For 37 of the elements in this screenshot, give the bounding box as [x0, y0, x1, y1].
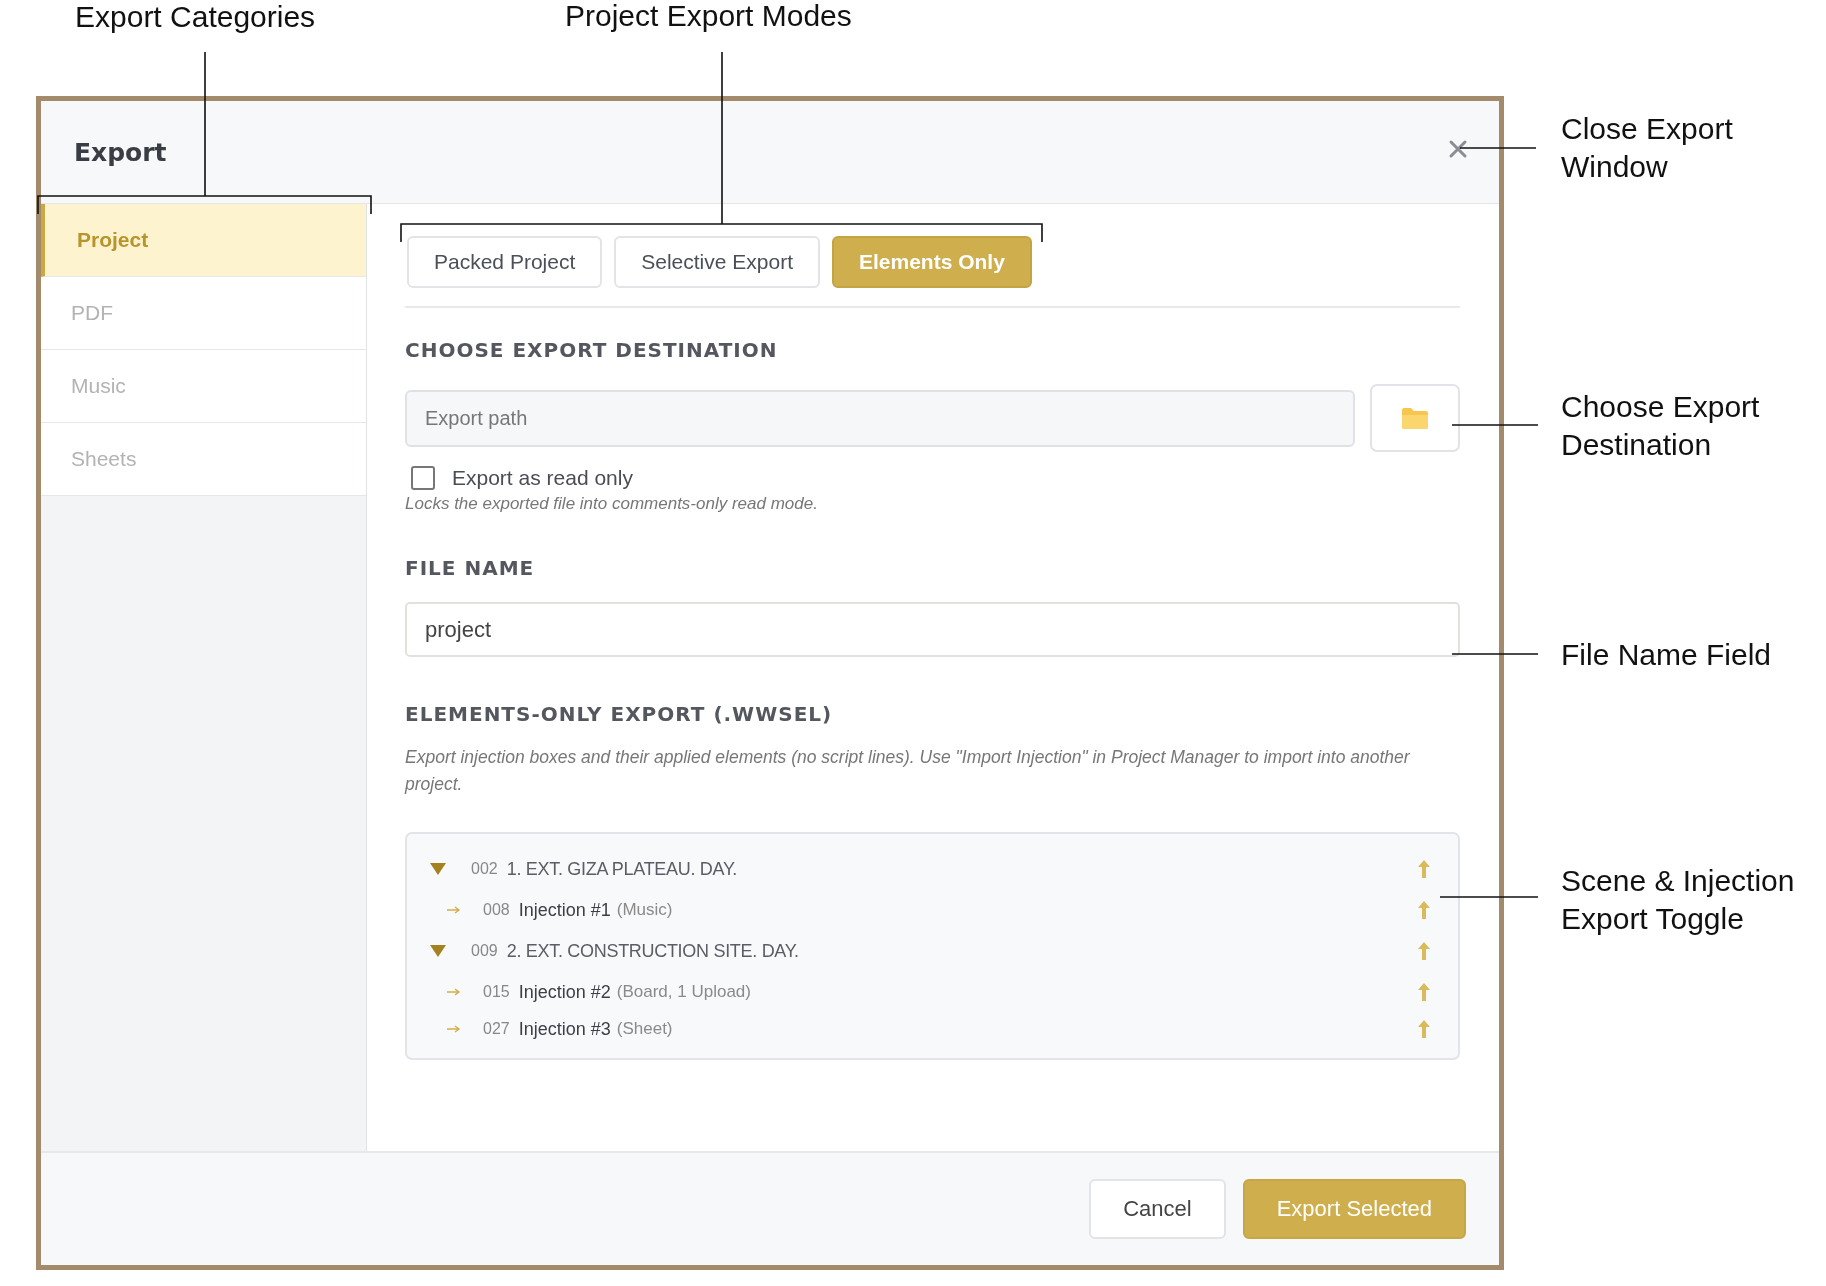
injection-name: Injection #2 [518, 981, 611, 1003]
injection-detail: (Sheet) [616, 1019, 673, 1039]
mode-tab[interactable]: Packed Project [407, 236, 603, 288]
category-item[interactable]: PDF [41, 277, 366, 350]
injection-number: 027 [483, 1020, 510, 1038]
section-heading: CHOOSE EXPORT DESTINATION [405, 338, 779, 362]
description-text: Export injection boxes and their applied elements (no script lines). Use "Import Injection" in Project Manager to import into another project. [405, 746, 1411, 796]
injection-number: 008 [483, 901, 510, 919]
injection-number: 015 [483, 983, 510, 1001]
category-item[interactable]: Sheets [41, 423, 366, 496]
callout-label: Choose Export Destination [1561, 389, 1761, 463]
callout-label: File Name Field [1561, 637, 1772, 673]
scene-number: 002 [471, 860, 498, 878]
callout-label: Project Export Modes [565, 0, 852, 34]
mode-tab[interactable]: Elements Only [832, 236, 1032, 288]
export-path-field[interactable]: Export path [405, 389, 1355, 447]
mode-tab[interactable]: Selective Export [614, 236, 820, 288]
category-item[interactable]: Music [41, 350, 366, 423]
category-item[interactable]: Project [41, 204, 366, 277]
dialog-title: Export [74, 137, 167, 167]
injection-detail: (Board, 1 Upload) [616, 982, 751, 1002]
scene-title: 2. EXT. CONSTRUCTION SITE. DAY. [506, 940, 799, 962]
section-heading: FILE NAME [405, 556, 536, 580]
export-button[interactable]: Export Selected [1242, 1179, 1466, 1239]
file-name-field[interactable]: project [405, 602, 1460, 657]
scene-number: 009 [471, 942, 498, 960]
section-heading: ELEMENTS-ONLY EXPORT (.WWSEL) [405, 702, 834, 726]
hint-text: Locks the exported file into comments-only read mode. [405, 494, 819, 514]
checkbox-label: Export as read only [452, 466, 633, 490]
cancel-button[interactable]: Cancel [1089, 1179, 1226, 1239]
callout-label: Export Categories [75, 0, 316, 35]
injection-name: Injection #1 [518, 899, 611, 921]
injection-name: Injection #3 [518, 1018, 611, 1040]
injection-detail: (Music) [616, 900, 673, 920]
callout-label: Scene & Injection Export Toggle [1561, 863, 1796, 937]
scene-title: 1. EXT. GIZA PLATEAU. DAY. [506, 858, 737, 880]
callout-label: Close Export Window [1561, 111, 1734, 185]
